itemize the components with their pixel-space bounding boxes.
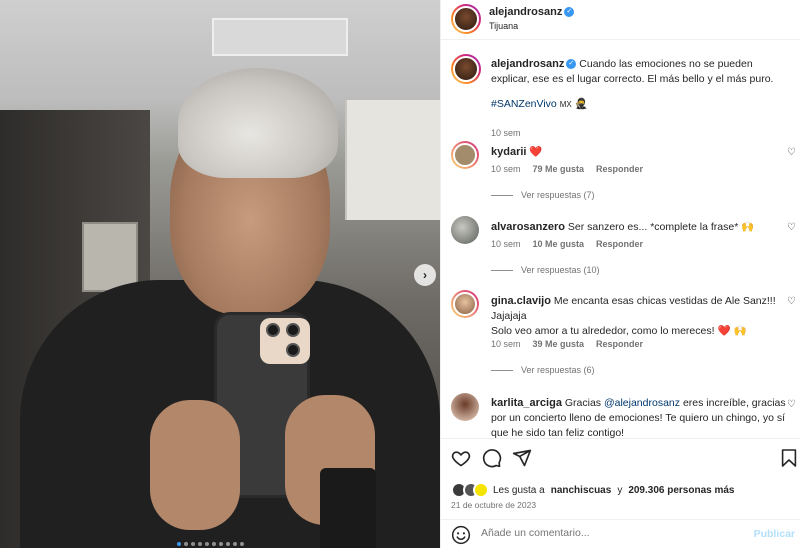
post-actions: Les gusta a nanchiscuas y 209.306 person…	[441, 438, 800, 548]
view-replies-label: Ver respuestas (7)	[521, 190, 595, 200]
comment-like-icon[interactable]: ♡	[787, 399, 796, 410]
photo-ceiling-vent	[212, 18, 348, 56]
carousel-dot	[219, 542, 223, 546]
comment-likes[interactable]: 10 Me gusta	[533, 239, 585, 249]
carousel-dot	[191, 542, 195, 546]
comment-like-icon[interactable]: ♡	[787, 296, 796, 307]
photo-cabinet	[345, 100, 440, 220]
comments-list: alejandrosanz ✓ Cuando las emociones no s…	[441, 41, 800, 438]
mention-link[interactable]: @alejandrosanz	[604, 397, 680, 409]
emoji-icon[interactable]	[451, 525, 471, 545]
carousel-dot	[233, 542, 237, 546]
bookmark-icon[interactable]	[781, 448, 797, 468]
reply-button[interactable]: Responder	[596, 164, 643, 174]
comment-icon[interactable]	[482, 448, 502, 468]
comment-avatar[interactable]	[451, 290, 479, 318]
comment-likes[interactable]: 39 Me gusta	[533, 339, 585, 349]
hashtag-link[interactable]: #SANZenVivo	[491, 98, 557, 110]
view-replies[interactable]: Ver respuestas (10)	[491, 265, 600, 275]
comment-input[interactable]	[481, 527, 731, 539]
likes-summary: Les gusta a nanchiscuas y 209.306 person…	[451, 482, 735, 498]
carousel-dot	[212, 542, 216, 546]
photo-bottle	[320, 468, 376, 548]
post-date[interactable]: 21 de octubre de 2023	[451, 500, 536, 510]
likes-prefix: Les gusta a	[493, 484, 545, 496]
likes-middle: y	[617, 484, 623, 496]
add-comment-bar: Publicar	[441, 519, 800, 548]
carousel-dot	[240, 542, 244, 546]
comment-item: karlita_arciga Gracias @alejandrosanz er…	[451, 393, 796, 438]
reply-button[interactable]: Responder	[596, 339, 643, 349]
comment-meta: 10 sem 79 Me gusta Responder	[491, 164, 643, 174]
heart-emoji: ❤️	[529, 146, 543, 158]
post-photo[interactable]: ›	[0, 0, 440, 548]
photo-hair	[178, 68, 338, 178]
liker-avatar	[473, 482, 489, 498]
comment-meta: 10 sem 10 Me gusta Responder	[491, 239, 643, 249]
comment-avatar[interactable]	[451, 141, 479, 169]
view-replies-label: Ver respuestas (10)	[521, 265, 600, 275]
comment-time[interactable]: 10 sem	[491, 339, 521, 349]
verified-icon: ✓	[564, 7, 575, 18]
caption: alejandrosanz ✓ Cuando las emociones no s…	[451, 54, 796, 138]
comment-text: Gracias	[564, 397, 602, 409]
caption-meta: 10 sem	[491, 128, 521, 138]
carousel-dot	[177, 542, 181, 546]
caption-text: alejandrosanz ✓ Cuando las emociones no s…	[491, 57, 787, 112]
comment-item: gina.clavijo Me encanta esas chicas vest…	[451, 290, 796, 385]
post-sidebar: alejandrosanz ✓ Tijuana alejandrosanz ✓ Cu…	[440, 0, 800, 548]
caption-avatar[interactable]	[451, 54, 481, 84]
photo-electrical-panel	[82, 222, 138, 292]
caption-username[interactable]: alejandrosanz	[491, 58, 564, 70]
caption-time[interactable]: 10 sem	[491, 128, 521, 138]
reply-button[interactable]: Responder	[596, 239, 643, 249]
comment-avatar[interactable]	[451, 393, 479, 421]
post-comment-button[interactable]: Publicar	[754, 528, 795, 540]
comment-meta: 10 sem 39 Me gusta Responder	[491, 339, 643, 349]
comment-text-line2: Solo veo amor a tu alrededor, como lo me…	[491, 325, 747, 337]
verified-icon: ✓	[566, 59, 577, 70]
comment-text: Ser sanzero es... *complete la frase* 🙌	[567, 221, 755, 233]
comment-likes[interactable]: 79 Me gusta	[533, 164, 585, 174]
heart-icon[interactable]	[451, 448, 471, 468]
likes-count[interactable]: 209.306 personas más	[628, 485, 734, 496]
post-location[interactable]: Tijuana	[489, 21, 518, 31]
comment-time[interactable]: 10 sem	[491, 164, 521, 174]
comment-avatar[interactable]	[451, 216, 479, 244]
author-username[interactable]: alejandrosanz	[489, 6, 562, 18]
carousel-dot	[205, 542, 209, 546]
comment-time[interactable]: 10 sem	[491, 239, 521, 249]
share-icon[interactable]	[512, 448, 532, 468]
comment-like-icon[interactable]: ♡	[787, 147, 796, 158]
carousel-dots	[177, 542, 244, 546]
view-replies[interactable]: Ver respuestas (6)	[491, 365, 595, 375]
photo-hand-left	[150, 400, 240, 530]
comment-like-icon[interactable]: ♡	[787, 222, 796, 233]
comment-username[interactable]: karlita_arciga	[491, 397, 562, 409]
carousel-dot	[226, 542, 230, 546]
photo-phone-camera	[260, 318, 310, 364]
comment-username[interactable]: gina.clavijo	[491, 295, 551, 307]
likes-user[interactable]: nanchiscuas	[551, 485, 612, 496]
comment-username[interactable]: alvarosanzero	[491, 221, 565, 233]
tag-suffix: MX	[559, 100, 572, 109]
view-replies-label: Ver respuestas (6)	[521, 365, 595, 375]
likes-avatars	[451, 482, 489, 498]
comment-username[interactable]: kydarii	[491, 146, 526, 158]
ninja-emoji: 🥷	[574, 98, 588, 110]
view-replies[interactable]: Ver respuestas (7)	[491, 190, 595, 200]
comment-item: alvarosanzero Ser sanzero es... *complet…	[451, 216, 796, 281]
comment-item: kydarii ❤️ ♡ 10 sem 79 Me gusta Responde…	[451, 141, 796, 206]
carousel-dot	[198, 542, 202, 546]
carousel-dot	[184, 542, 188, 546]
post-header: alejandrosanz ✓ Tijuana	[441, 0, 800, 40]
chevron-right-icon[interactable]: ›	[414, 264, 436, 286]
author-avatar[interactable]	[451, 4, 481, 34]
